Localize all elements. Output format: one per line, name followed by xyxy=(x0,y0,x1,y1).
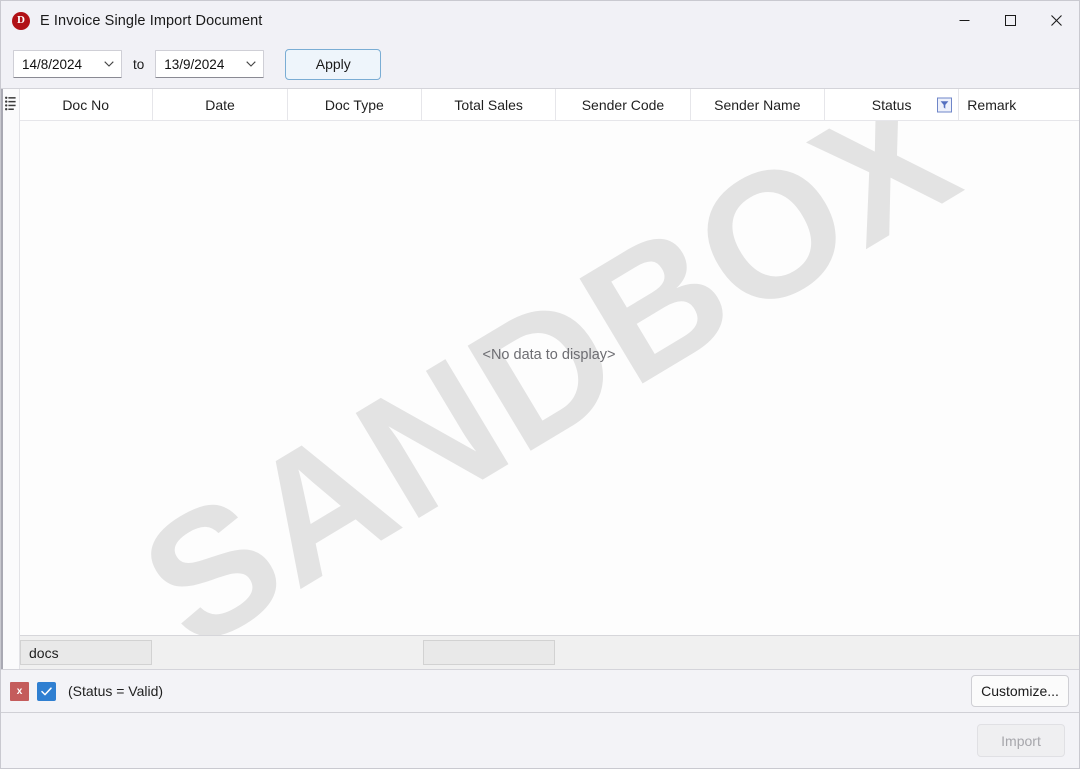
filter-funnel-icon[interactable] xyxy=(937,97,953,112)
chevron-down-icon[interactable] xyxy=(239,61,263,67)
date-to-combo[interactable]: 13/9/2024 xyxy=(155,50,265,78)
title-bar: D E Invoice Single Import Document xyxy=(1,1,1079,40)
column-header-sender-name[interactable]: Sender Name xyxy=(691,89,825,120)
sandbox-watermark: SANDBOX xyxy=(110,120,988,635)
summary-cell-status[interactable] xyxy=(825,636,959,669)
app-logo-icon: D xyxy=(12,11,30,30)
date-range-separator-label: to xyxy=(133,56,145,72)
clear-filter-button[interactable]: x xyxy=(10,681,29,701)
summary-doc-count: docs xyxy=(20,640,153,665)
data-grid: Doc No Date Doc Type Total Sales Sender … xyxy=(1,88,1079,670)
filter-toolbar: 14/8/2024 to 13/9/2024 Apply xyxy=(1,40,1079,88)
filter-expression-label[interactable]: (Status = Valid) xyxy=(68,683,963,699)
column-header-sender-code[interactable]: Sender Code xyxy=(556,89,691,120)
grid-empty-message: <No data to display> xyxy=(482,347,616,364)
column-header-doc-no[interactable]: Doc No xyxy=(19,89,154,120)
checkmark-icon xyxy=(41,686,52,695)
customize-button[interactable]: Customize... xyxy=(971,675,1069,707)
filter-status-bar: x (Status = Valid) Customize... xyxy=(1,670,1079,713)
window-controls xyxy=(941,1,1079,40)
grid-row-indicator-rail xyxy=(1,89,20,669)
close-button[interactable] xyxy=(1033,1,1079,40)
summary-cell-doc-type[interactable] xyxy=(288,636,422,669)
summary-cell-sender-code[interactable] xyxy=(556,636,690,669)
column-header-remark-label: Remark xyxy=(967,96,1017,113)
summary-cell-doc-no[interactable]: docs xyxy=(19,636,153,669)
date-to-value: 13/9/2024 xyxy=(164,56,225,72)
grid-summary-row: docs xyxy=(19,635,1079,669)
summary-total-sales-value xyxy=(423,640,556,665)
minimize-button[interactable] xyxy=(941,1,987,40)
date-from-combo[interactable]: 14/8/2024 xyxy=(13,50,122,78)
summary-cell-total-sales[interactable] xyxy=(422,636,556,669)
maximize-button[interactable] xyxy=(987,1,1033,40)
app-window: D E Invoice Single Import Document 14/8/… xyxy=(0,0,1080,769)
column-header-remark[interactable]: Remark xyxy=(937,89,1079,120)
minimize-icon xyxy=(959,20,969,21)
title-bar-left: D E Invoice Single Import Document xyxy=(1,11,263,30)
apply-button[interactable]: Apply xyxy=(285,48,382,80)
window-title: E Invoice Single Import Document xyxy=(40,12,263,29)
summary-cell-sender-name[interactable] xyxy=(691,636,825,669)
footer-bar: Import xyxy=(1,713,1079,768)
summary-cell-remark[interactable] xyxy=(959,636,1079,669)
summary-cell-date[interactable] xyxy=(153,636,287,669)
grid-body: SANDBOX <No data to display> xyxy=(19,120,1079,635)
close-icon xyxy=(1050,15,1062,26)
chevron-down-icon[interactable] xyxy=(97,61,121,67)
column-header-date[interactable]: Date xyxy=(153,89,288,120)
column-header-total-sales[interactable]: Total Sales xyxy=(422,89,557,120)
date-from-value: 14/8/2024 xyxy=(22,56,83,72)
list-menu-icon[interactable] xyxy=(5,96,16,111)
grid-left-edge xyxy=(1,89,3,669)
import-button[interactable]: Import xyxy=(977,724,1065,757)
grid-header-row: Doc No Date Doc Type Total Sales Sender … xyxy=(19,89,1079,120)
maximize-icon xyxy=(1004,15,1016,26)
filter-enabled-checkbox[interactable] xyxy=(37,681,56,701)
column-header-doc-type[interactable]: Doc Type xyxy=(288,89,422,120)
